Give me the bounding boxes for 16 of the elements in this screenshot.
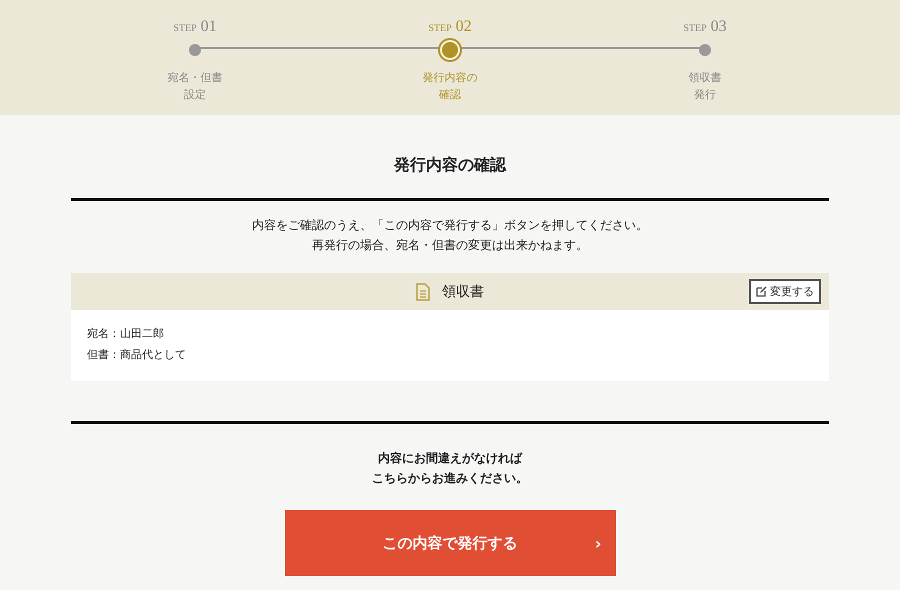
instructions-text: 内容をご確認のうえ、「この内容で発行する」ボタンを押してください。 再発行の場合、宛名・但書の変更は出来かねます。 xyxy=(252,217,648,254)
receipt-field: 但書：商品代として xyxy=(87,344,813,365)
edit-icon xyxy=(756,286,767,297)
step-number: STEP 03 xyxy=(683,18,727,37)
receipt-field: 宛名：山田二郎 xyxy=(87,323,813,344)
step-label: 領収書 発行 xyxy=(688,70,722,103)
step-number: STEP 01 xyxy=(173,18,217,37)
step-label: 宛名・但書 設定 xyxy=(168,70,222,103)
confirm-note: 内容にお間違えがなければ こちらからお進みください。 xyxy=(372,450,528,487)
edit-button[interactable]: 変更する xyxy=(749,279,821,304)
issue-button[interactable]: この内容で発行する › xyxy=(284,510,616,576)
page-title: 発行内容の確認 xyxy=(394,154,506,176)
document-icon xyxy=(416,282,430,300)
step-number: STEP 02 xyxy=(428,18,472,37)
step-label: 発行内容の 確認 xyxy=(422,70,478,103)
card-title: 領収書 xyxy=(442,282,484,300)
